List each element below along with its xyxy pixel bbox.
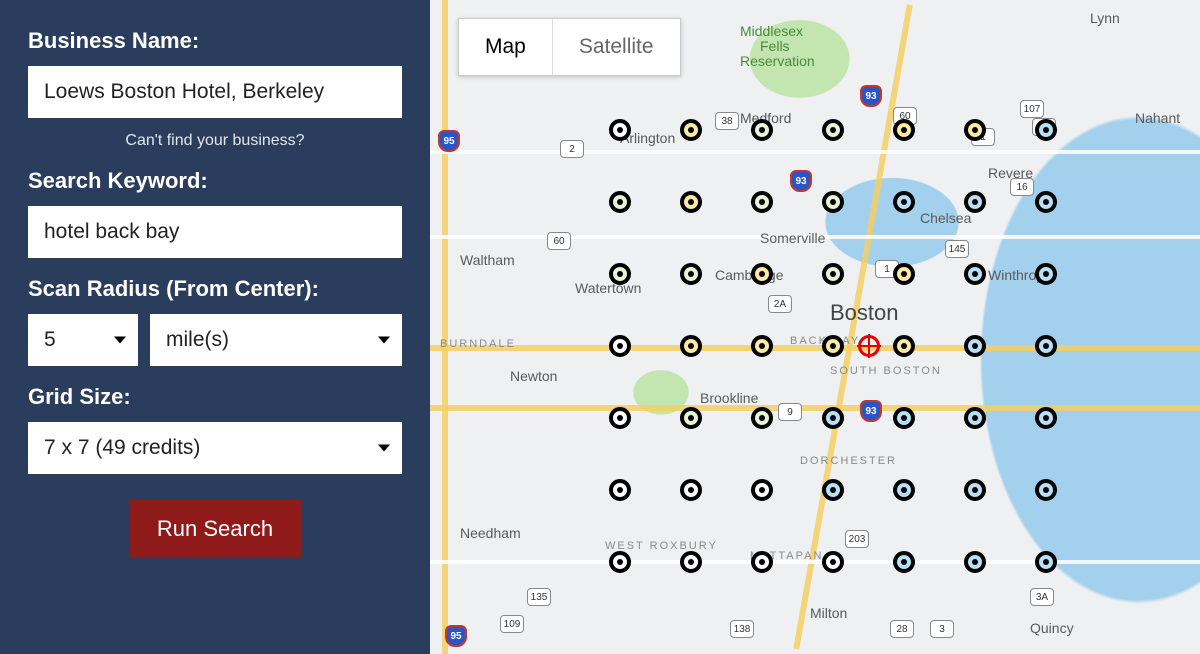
business-helper-link[interactable]: Can't find your business? bbox=[28, 132, 402, 150]
grid-point[interactable] bbox=[751, 191, 773, 213]
center-crosshair-icon bbox=[858, 335, 880, 357]
grid-point[interactable] bbox=[964, 479, 986, 501]
grid-point[interactable] bbox=[822, 407, 844, 429]
business-name-label: Business Name: bbox=[28, 28, 402, 54]
grid-point[interactable] bbox=[822, 479, 844, 501]
radius-unit-select[interactable]: mile(s) bbox=[150, 314, 402, 366]
grid-point[interactable] bbox=[680, 335, 702, 357]
grid-point[interactable] bbox=[680, 479, 702, 501]
business-name-input[interactable] bbox=[28, 66, 402, 118]
grid-point[interactable] bbox=[893, 191, 915, 213]
sidebar: Business Name: Can't find your business?… bbox=[0, 0, 430, 654]
grid-point[interactable] bbox=[680, 191, 702, 213]
grid-point[interactable] bbox=[609, 191, 631, 213]
grid-size-group: Grid Size: 7 x 7 (49 credits) bbox=[28, 384, 402, 474]
scan-radius-group: Scan Radius (From Center): 5 mile(s) bbox=[28, 276, 402, 366]
grid-point[interactable] bbox=[751, 551, 773, 573]
radius-value-select[interactable]: 5 bbox=[28, 314, 138, 366]
grid-point[interactable] bbox=[751, 407, 773, 429]
grid-point[interactable] bbox=[1035, 551, 1057, 573]
app-root: Business Name: Can't find your business?… bbox=[0, 0, 1200, 654]
grid-point[interactable] bbox=[964, 407, 986, 429]
grid-size-label: Grid Size: bbox=[28, 384, 402, 410]
grid-point[interactable] bbox=[751, 263, 773, 285]
search-keyword-group: Search Keyword: bbox=[28, 168, 402, 258]
chevron-down-icon bbox=[378, 445, 390, 452]
grid-point[interactable] bbox=[609, 407, 631, 429]
grid-point[interactable] bbox=[1035, 479, 1057, 501]
grid-size-text: 7 x 7 (49 credits) bbox=[28, 436, 402, 460]
grid-size-select[interactable]: 7 x 7 (49 credits) bbox=[28, 422, 402, 474]
grid-point[interactable] bbox=[893, 335, 915, 357]
grid-point[interactable] bbox=[822, 263, 844, 285]
radius-unit-text: mile(s) bbox=[150, 328, 402, 352]
grid-point[interactable] bbox=[822, 335, 844, 357]
map-pane[interactable]: Boston Arlington Medford Revere Chelsea … bbox=[430, 0, 1200, 654]
grid-point[interactable] bbox=[1035, 191, 1057, 213]
grid-point[interactable] bbox=[822, 191, 844, 213]
business-name-group: Business Name: Can't find your business? bbox=[28, 28, 402, 150]
chevron-down-icon bbox=[114, 337, 126, 344]
grid-point[interactable] bbox=[964, 335, 986, 357]
run-search-button[interactable]: Run Search bbox=[129, 500, 301, 558]
grid-point[interactable] bbox=[893, 119, 915, 141]
grid-point[interactable] bbox=[680, 407, 702, 429]
grid-point[interactable] bbox=[964, 119, 986, 141]
chevron-down-icon bbox=[378, 337, 390, 344]
grid-point[interactable] bbox=[822, 119, 844, 141]
grid-point[interactable] bbox=[751, 335, 773, 357]
grid-point[interactable] bbox=[609, 119, 631, 141]
grid-point[interactable] bbox=[1035, 335, 1057, 357]
grid-point[interactable] bbox=[893, 263, 915, 285]
grid-point[interactable] bbox=[609, 335, 631, 357]
grid-point[interactable] bbox=[609, 479, 631, 501]
scan-radius-row: 5 mile(s) bbox=[28, 314, 402, 366]
grid-point[interactable] bbox=[893, 551, 915, 573]
grid-point[interactable] bbox=[751, 119, 773, 141]
grid-point[interactable] bbox=[680, 551, 702, 573]
scan-radius-label: Scan Radius (From Center): bbox=[28, 276, 402, 302]
grid-point[interactable] bbox=[893, 407, 915, 429]
grid-point[interactable] bbox=[964, 191, 986, 213]
grid-point[interactable] bbox=[751, 479, 773, 501]
grid-point[interactable] bbox=[609, 263, 631, 285]
grid-point[interactable] bbox=[822, 551, 844, 573]
grid-point[interactable] bbox=[680, 263, 702, 285]
grid-point[interactable] bbox=[680, 119, 702, 141]
grid-point[interactable] bbox=[964, 551, 986, 573]
grid-point[interactable] bbox=[1035, 263, 1057, 285]
grid-point[interactable] bbox=[964, 263, 986, 285]
grid-points-layer bbox=[430, 0, 1200, 654]
search-keyword-input[interactable] bbox=[28, 206, 402, 258]
search-keyword-label: Search Keyword: bbox=[28, 168, 402, 194]
grid-point[interactable] bbox=[609, 551, 631, 573]
grid-point[interactable] bbox=[1035, 407, 1057, 429]
grid-point[interactable] bbox=[893, 479, 915, 501]
grid-point[interactable] bbox=[1035, 119, 1057, 141]
